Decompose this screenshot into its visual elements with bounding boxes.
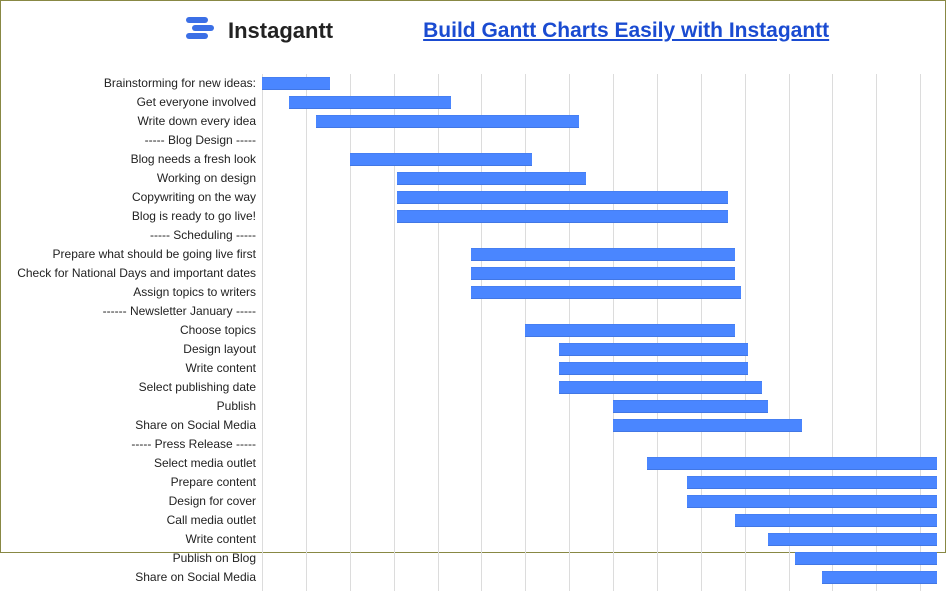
table-row [262,511,937,530]
table-row [262,264,937,283]
table-row [262,112,937,131]
task-label: Select publishing date [139,378,256,397]
table-row [262,549,937,568]
gantt-bar [613,400,768,413]
task-label: Write content [186,359,256,378]
task-label: ------ Newsletter January ----- [103,302,256,321]
table-row [262,530,937,549]
task-label: Select media outlet [154,454,256,473]
task-label: Assign topics to writers [133,283,256,302]
gantt-bar [735,514,938,527]
task-label: Prepare content [171,473,256,492]
gantt-bar [262,77,330,90]
gantt-bar [613,419,802,432]
task-label: Brainstorming for new ideas: [104,74,256,93]
gantt-bar [687,495,937,508]
table-row [262,435,937,454]
task-label: Write down every idea [138,112,257,131]
table-row [262,93,937,112]
task-label: Check for National Days and important da… [17,264,256,283]
gantt-bar [397,210,728,223]
task-label: Working on design [157,169,256,188]
task-label: Write content [186,530,256,549]
task-label: Choose topics [180,321,256,340]
header: Instagantt Build Gantt Charts Easily wit… [1,1,945,56]
table-row [262,74,937,93]
task-label: ----- Press Release ----- [131,435,256,454]
instagantt-logo-icon [186,15,220,46]
table-row [262,226,937,245]
gantt-bar [647,457,937,470]
table-row [262,188,937,207]
task-label: Get everyone involved [137,93,256,112]
table-row [262,416,937,435]
brand: Instagantt [186,15,333,46]
table-row [262,397,937,416]
gantt-bar [687,476,937,489]
table-row [262,150,937,169]
brand-name: Instagantt [228,18,333,44]
table-row [262,283,937,302]
table-row [262,321,937,340]
gantt-bar [559,343,748,356]
table-row [262,359,937,378]
gantt-bar [795,552,937,565]
gantt-bar [525,324,734,337]
gantt-bar [350,153,532,166]
task-label: Blog is ready to go live! [132,207,256,226]
gantt-bar [768,533,937,546]
gantt-bar [397,191,728,204]
task-label: ----- Blog Design ----- [145,131,256,150]
task-label: Publish on Blog [173,549,256,568]
table-row [262,340,937,359]
task-label: ----- Scheduling ----- [150,226,256,245]
task-label: Design layout [183,340,256,359]
table-row [262,207,937,226]
gantt-bar [397,172,586,185]
task-label: Design for cover [169,492,256,511]
table-row [262,492,937,511]
gantt-bar [471,286,741,299]
task-label: Publish [217,397,256,416]
task-label: Call media outlet [167,511,256,530]
table-row [262,568,937,587]
table-row [262,131,937,150]
table-row [262,473,937,492]
table-row [262,245,937,264]
table-row [262,302,937,321]
gantt-bar [289,96,451,109]
gantt-bar [822,571,937,584]
gantt-bar [471,267,734,280]
task-label: Copywriting on the way [132,188,256,207]
title-link[interactable]: Build Gantt Charts Easily with Instagant… [423,19,829,43]
gantt-bar [471,248,734,261]
gantt-chart: Brainstorming for new ideas:Get everyone… [1,56,945,74]
gantt-bar [316,115,579,128]
table-row [262,169,937,188]
task-label: Share on Social Media [135,568,256,587]
gantt-bar [559,362,748,375]
gantt-bar [559,381,762,394]
gantt-grid [262,74,937,591]
task-label: Prepare what should be going live first [53,245,256,264]
table-row [262,378,937,397]
table-row [262,454,937,473]
task-labels-column: Brainstorming for new ideas:Get everyone… [1,74,262,591]
task-label: Blog needs a fresh look [131,150,256,169]
task-label: Share on Social Media [135,416,256,435]
